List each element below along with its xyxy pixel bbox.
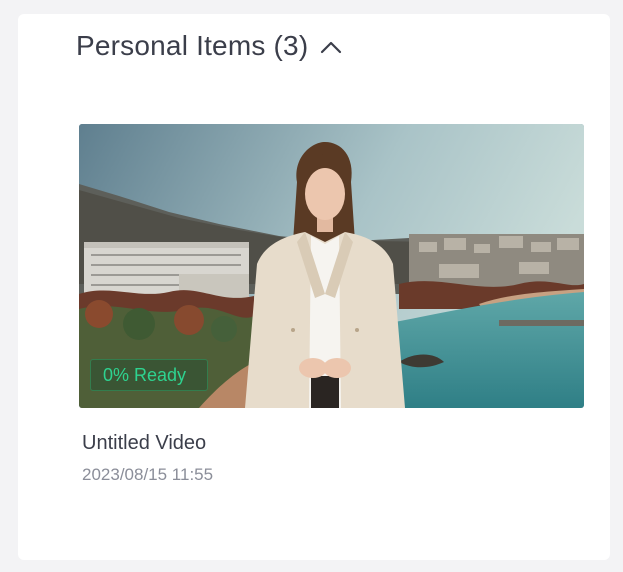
personal-items-panel: Personal Items (3) 0% Ready Untitled Vid… [18,14,610,560]
video-card[interactable]: 0% Ready Untitled Video 2023/08/15 11:55 [79,124,584,485]
chevron-up-icon[interactable] [318,34,344,60]
section-title: Personal Items (3) [76,30,309,61]
video-title[interactable]: Untitled Video [82,432,584,455]
video-date: 2023/08/15 11:55 [82,465,214,484]
personal-items-header[interactable]: Personal Items (3) [76,30,344,62]
video-thumbnail[interactable]: 0% Ready [79,124,584,408]
status-badge: 0% Ready [90,359,208,391]
